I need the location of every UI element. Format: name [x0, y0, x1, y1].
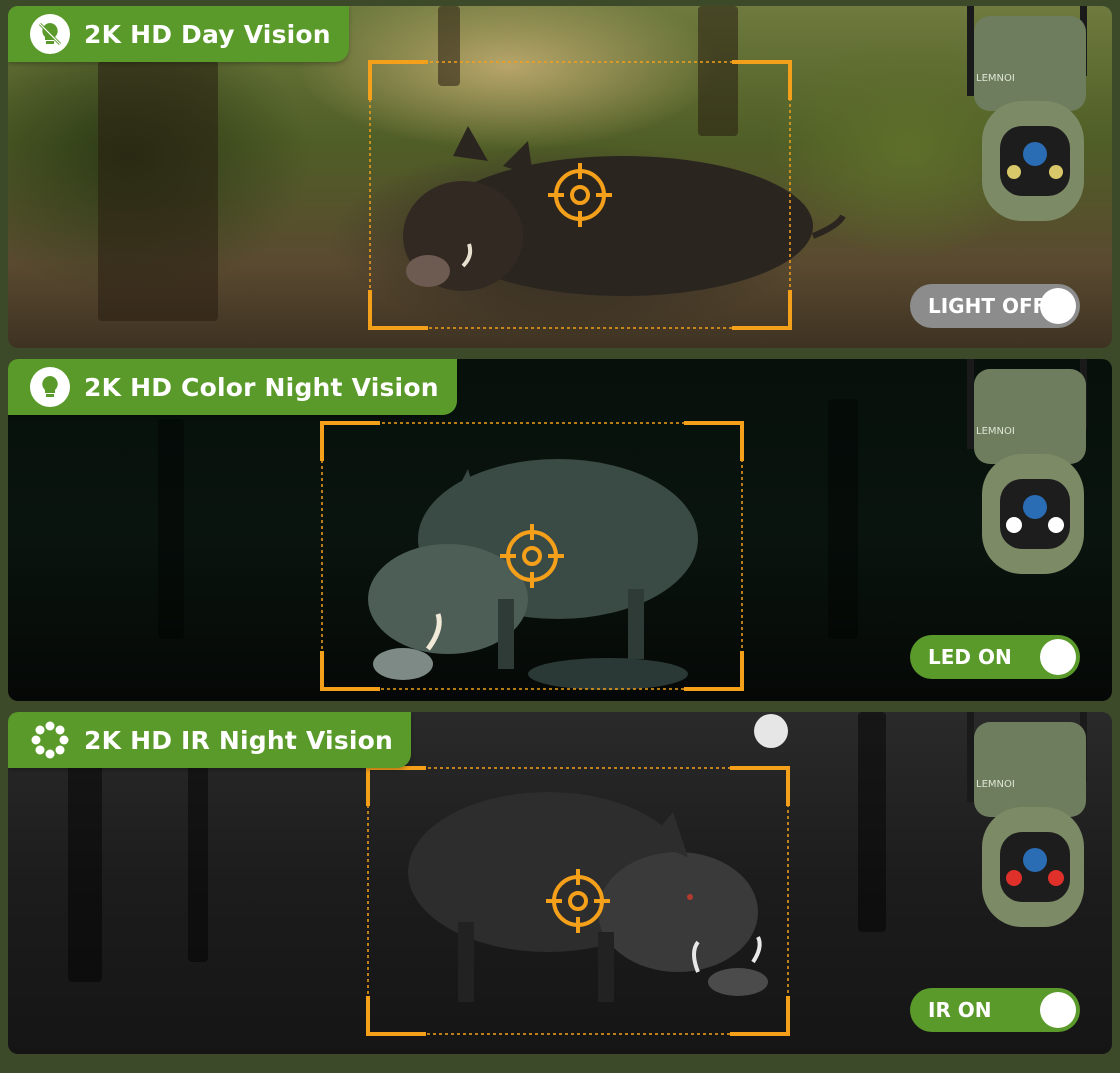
ir-dots-icon [30, 720, 70, 760]
ir-night-vision-title-tab: 2K HD IR Night Vision [8, 712, 412, 768]
security-camera-image: LEMNOI [967, 712, 1087, 927]
led-on-toggle[interactable]: LED ON [910, 635, 1080, 679]
toggle-knob [1040, 992, 1076, 1028]
toggle-knob [1040, 639, 1076, 675]
day-vision-panel: LEMNOI 2K HD Day Vision LIGHT OFF [8, 6, 1112, 348]
brand-label: LEMNOI [976, 426, 1015, 437]
security-camera-image: LEMNOI [967, 6, 1087, 221]
color-night-vision-panel: LEMNOI 2K HD Color Night Vision LED ON [8, 359, 1112, 701]
tree-trunk [68, 732, 102, 982]
toggle-label: IR ON [928, 998, 992, 1022]
ir-night-vision-panel: LEMNOI 2K HD IR Night Vision IR ON [8, 712, 1112, 1054]
boar-foraging-image [408, 792, 768, 1002]
boar-drinking-image [368, 459, 698, 690]
toggle-knob [1040, 288, 1076, 324]
ir-on-toggle[interactable]: IR ON [910, 988, 1080, 1032]
color-night-vision-title-tab: 2K HD Color Night Vision [8, 359, 457, 415]
toggle-label: LIGHT OFF [928, 294, 1047, 318]
panel-title: 2K HD Day Vision [84, 19, 331, 49]
tree-trunk [858, 712, 886, 932]
day-vision-title-tab: 2K HD Day Vision [8, 6, 349, 62]
panel-title: 2K HD IR Night Vision [84, 725, 394, 755]
brand-label: LEMNOI [976, 779, 1015, 790]
security-camera-image: LEMNOI [967, 359, 1087, 574]
boar-lying-image [403, 126, 846, 296]
brand-label: LEMNOI [976, 73, 1015, 84]
bulb-icon [30, 367, 70, 407]
tree-trunk [158, 419, 184, 639]
light-off-toggle[interactable]: LIGHT OFF [910, 284, 1080, 328]
tree-trunk [98, 61, 218, 321]
light-off-icon [30, 14, 70, 54]
toggle-label: LED ON [928, 645, 1012, 669]
panel-title: 2K HD Color Night Vision [84, 372, 439, 402]
tree-trunk [828, 399, 858, 639]
tree-trunk [438, 6, 460, 86]
moon-image [754, 714, 788, 748]
